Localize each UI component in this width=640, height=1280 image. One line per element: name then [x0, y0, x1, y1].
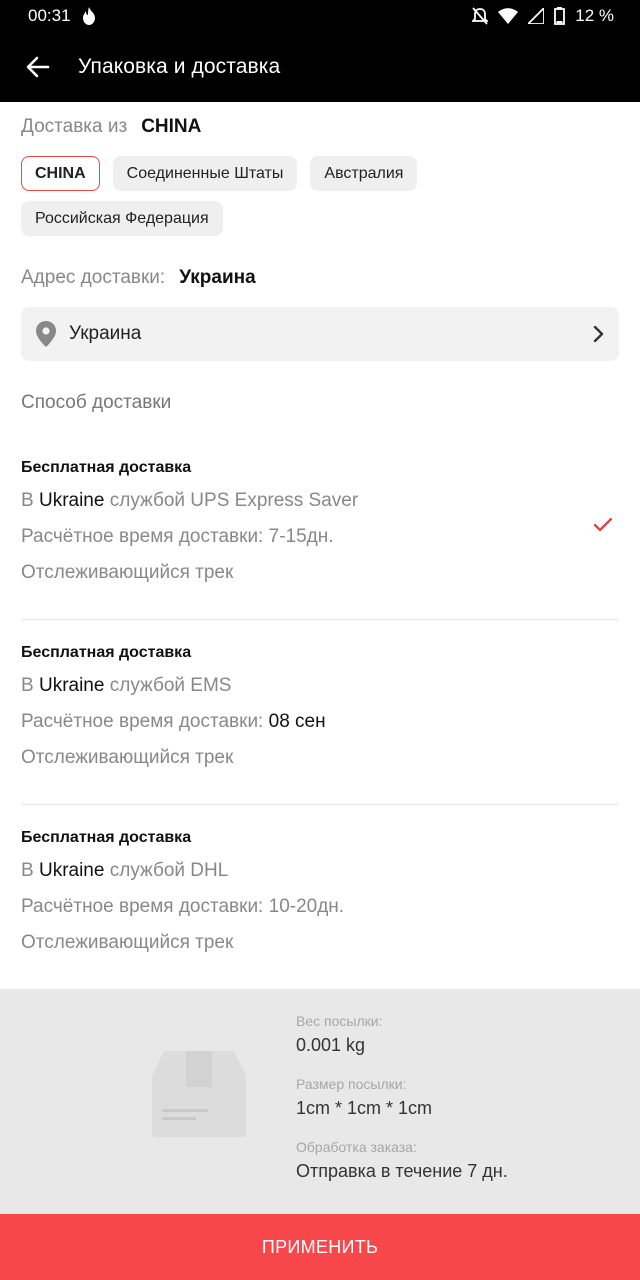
shipping-option-time: Расчётное время доставки: 10-20дн.	[21, 896, 345, 917]
processing-value: Отправка в течение 7 дн.	[296, 1161, 508, 1181]
apply-button[interactable]: ПРИМЕНИТЬ	[0, 1214, 640, 1280]
status-bar: 00:31 12 %	[0, 0, 640, 32]
package-info-panel: Вес посылки: 0.001 kg Размер посылки: 1c…	[0, 989, 640, 1214]
delivery-from-row: Доставка из CHINA	[21, 116, 201, 138]
address-selector-text: Украина	[69, 323, 142, 344]
chevron-right-icon	[593, 326, 604, 342]
shipping-option-time: Расчётное время доставки: 7-15дн.	[21, 526, 334, 547]
delivery-from-value: CHINA	[141, 116, 202, 137]
size-label: Размер посылки:	[296, 1076, 407, 1092]
processing-label: Обработка заказа:	[296, 1139, 417, 1155]
battery-percent: 12 %	[575, 6, 614, 25]
weight-label: Вес посылки:	[296, 1013, 383, 1029]
shipping-option-time: Расчётное время доставки: 08 сен	[21, 711, 326, 732]
shipping-option-tracking: Отслеживающийся трек	[21, 562, 234, 583]
status-time: 00:31	[28, 6, 71, 25]
delivery-address-row: Адрес доставки: Украина	[21, 267, 256, 289]
location-pin-icon	[36, 321, 56, 347]
shipping-option-title: Бесплатная доставка	[21, 459, 192, 476]
arrow-left-icon	[26, 56, 50, 78]
weight-value: 0.001 kg	[296, 1035, 366, 1055]
mute-icon	[472, 7, 489, 25]
delivery-address-label: Адрес доставки:	[21, 267, 166, 288]
delivery-address-value: Украина	[179, 267, 256, 288]
shipping-option-tracking: Отслеживающийся трек	[21, 747, 234, 768]
flame-icon	[82, 7, 95, 25]
shipping-option-route: В Ukraine службой UPS Express Saver	[21, 490, 359, 511]
checkmark-icon	[594, 518, 612, 532]
shipping-option-dhl[interactable]: Бесплатная доставка В Ukraine службой DH…	[21, 829, 619, 954]
divider	[21, 619, 619, 620]
shipping-option-title: Бесплатная доставка	[21, 829, 192, 846]
wifi-icon	[498, 8, 519, 24]
back-button[interactable]	[18, 47, 58, 87]
chip-russia[interactable]: Российская Федерация	[21, 201, 223, 236]
battery-icon	[554, 7, 566, 25]
shipping-method-label: Способ доставки	[21, 392, 172, 413]
page-title: Упаковка и доставка	[78, 55, 281, 78]
chip-australia[interactable]: Австралия	[310, 156, 418, 191]
origin-chips: CHINA Соединенные Штаты Австралия Россий…	[21, 156, 621, 236]
delivery-from-label: Доставка из	[21, 116, 128, 137]
size-value: 1cm * 1cm * 1cm	[296, 1098, 433, 1118]
divider	[21, 804, 619, 805]
shipping-option-tracking: Отслеживающийся трек	[21, 932, 234, 953]
package-details: Вес посылки: 0.001 kg Размер посылки: 1c…	[296, 1013, 508, 1202]
chip-china[interactable]: CHINA	[21, 156, 100, 191]
shipping-option-title: Бесплатная доставка	[21, 644, 192, 661]
package-box-icon	[152, 1051, 246, 1137]
shipping-option-ems[interactable]: Бесплатная доставка В Ukraine службой EM…	[21, 644, 619, 769]
shipping-option-route: В Ukraine службой DHL	[21, 860, 229, 881]
address-selector[interactable]: Украина	[21, 307, 619, 361]
app-bar: Упаковка и доставка	[0, 32, 640, 102]
shipping-option-ups[interactable]: Бесплатная доставка В Ukraine службой UP…	[21, 459, 619, 584]
shipping-option-route: В Ukraine службой EMS	[21, 675, 232, 696]
signal-icon	[528, 8, 545, 24]
chip-united-states[interactable]: Соединенные Штаты	[112, 156, 298, 191]
